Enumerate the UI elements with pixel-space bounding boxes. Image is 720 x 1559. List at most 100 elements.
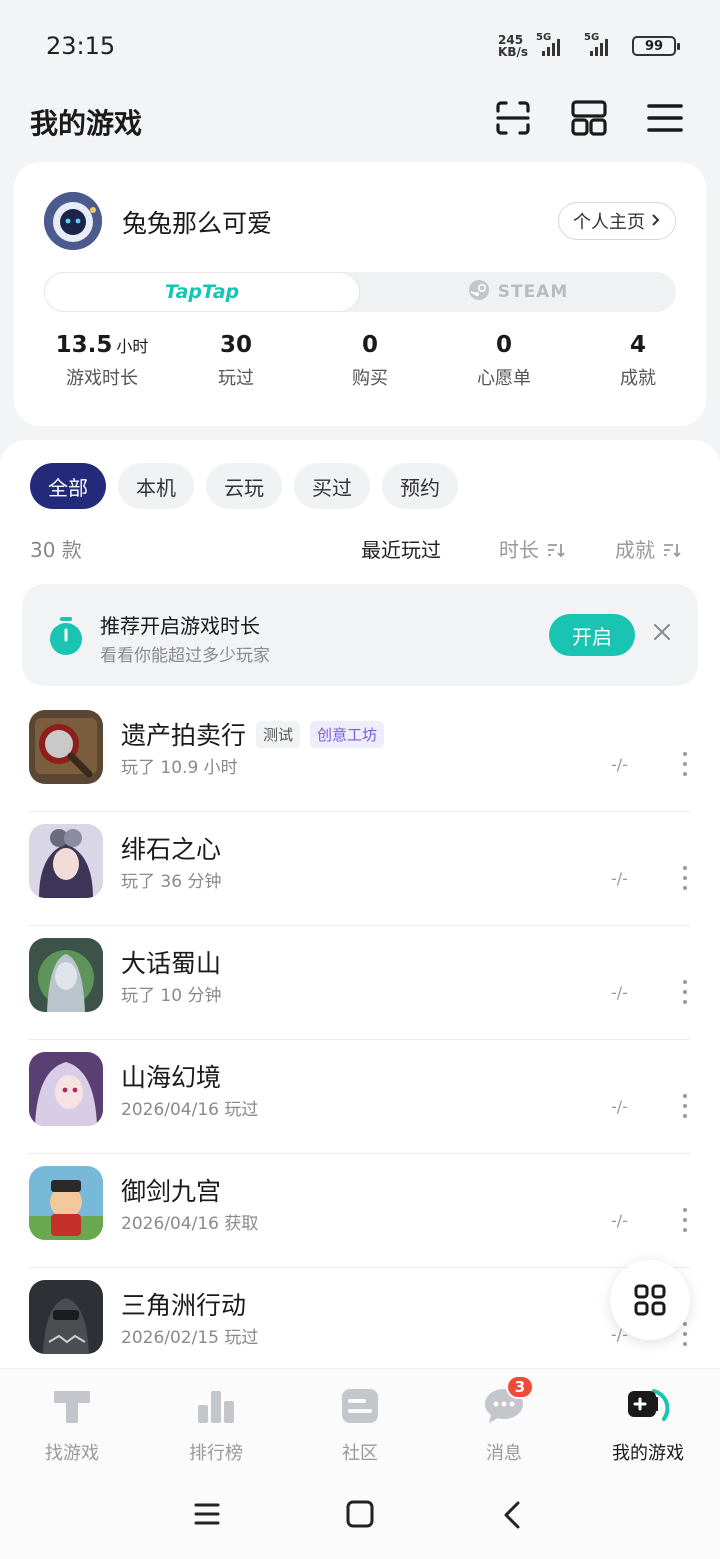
stat-playtime[interactable]: 13.5 小时 游戏时长 [35, 332, 169, 390]
stat-value: 0 [361, 332, 378, 358]
tab-taptap[interactable]: TapTap [44, 272, 360, 312]
game-score: -/- [611, 1211, 628, 1230]
more-options-icon[interactable] [680, 752, 690, 776]
network-speed: 245 KB/s [498, 34, 528, 58]
bottom-nav: 找游戏 排行榜 社区 消息 我的游戏 [0, 1368, 720, 1476]
more-options-icon[interactable] [680, 1094, 690, 1118]
sort-duration[interactable]: 时长 [499, 534, 565, 563]
stat-achievements[interactable]: 4 成就 [571, 332, 705, 390]
more-options-icon[interactable] [680, 1208, 690, 1232]
stat-wishlist[interactable]: 0 心愿单 [437, 332, 571, 390]
game-row[interactable]: 山海幻境 2026/04/16 玩过 -/- [0, 1040, 720, 1154]
layout-icon[interactable] [570, 98, 608, 138]
signal-icon: 5G [584, 32, 624, 56]
nav-label: 找游戏 [45, 1443, 99, 1464]
tab-steam[interactable]: STEAM [360, 272, 676, 312]
sort-icon [548, 544, 565, 558]
taptap-logo: TapTap [164, 281, 240, 303]
game-score: -/- [611, 755, 628, 774]
steam-label: STEAM [497, 282, 569, 302]
game-title-row: 御剑九宫 [121, 1172, 221, 1208]
chevron-right-icon [651, 211, 661, 232]
stat-played[interactable]: 30 玩过 [169, 332, 303, 390]
stat-label: 玩过 [218, 368, 254, 389]
stat-label: 成就 [620, 368, 656, 389]
game-title: 绯石之心 [121, 835, 222, 864]
grid-view-button[interactable] [610, 1260, 690, 1340]
more-options-icon[interactable] [680, 1322, 690, 1346]
system-nav-bar [0, 1476, 720, 1559]
filter-chip-bought[interactable]: 买过 [294, 463, 370, 509]
filter-chips: 全部 本机 云玩 买过 预约 [30, 463, 458, 509]
steam-icon [468, 279, 490, 306]
nav-label: 排行榜 [189, 1443, 243, 1464]
recommend-title: 推荐开启游戏时长 [100, 614, 260, 638]
nav-item-community[interactable]: 社区 [288, 1369, 432, 1476]
stat-value: 4 [629, 332, 646, 358]
sort-icon [664, 544, 681, 558]
back-icon[interactable] [500, 1500, 524, 1534]
stat-value: 30 [219, 332, 252, 358]
menu-icon[interactable] [646, 98, 684, 138]
nav-label: 消息 [486, 1443, 522, 1464]
username: 兔兔那么可爱 [122, 209, 273, 238]
game-icon [29, 938, 103, 1012]
recent-apps-icon[interactable] [193, 1500, 221, 1532]
stat-purchased[interactable]: 0 购买 [303, 332, 437, 390]
nav-item-find-games[interactable]: 找游戏 [0, 1369, 144, 1476]
filter-chip-all[interactable]: 全部 [30, 463, 106, 509]
game-list: 遗产拍卖行 测试 创意工坊 玩了 10.9 小时 -/- 绯石之心 玩了 36 … [0, 698, 720, 1382]
page-title: 我的游戏 [30, 107, 143, 140]
signal-label: 5G [536, 32, 552, 43]
game-row[interactable]: 遗产拍卖行 测试 创意工坊 玩了 10.9 小时 -/- [0, 698, 720, 812]
game-title: 遗产拍卖行 [121, 721, 247, 750]
close-icon[interactable] [652, 622, 672, 646]
game-playtime: 玩了 10.9 小时 [121, 758, 238, 778]
avatar[interactable] [44, 192, 102, 250]
profile-page-button[interactable]: 个人主页 [558, 202, 676, 240]
filter-chip-local[interactable]: 本机 [118, 463, 194, 509]
battery-icon: 99 [632, 36, 680, 56]
game-title-row: 大话蜀山 [121, 944, 221, 980]
game-title: 三角洲行动 [121, 1291, 247, 1320]
community-icon [336, 1385, 384, 1427]
game-played-date: 2026/04/16 玩过 [121, 1100, 259, 1120]
nav-item-rankings[interactable]: 排行榜 [144, 1369, 288, 1476]
stat-label: 心愿单 [477, 368, 531, 389]
stat-value: 0 [495, 332, 512, 358]
game-list-panel: 全部 本机 云玩 买过 预约 30 款 最近玩过 时长 成就 推荐开启游戏时长 … [0, 440, 720, 1380]
game-row[interactable]: 大话蜀山 玩了 10 分钟 -/- [0, 926, 720, 1040]
filter-chip-cloud[interactable]: 云玩 [206, 463, 282, 509]
sort-achievement-label: 成就 [615, 538, 655, 562]
game-icon [29, 1280, 103, 1354]
filter-chip-reserved[interactable]: 预约 [382, 463, 458, 509]
profile-card: 兔兔那么可爱 个人主页 TapTap STEAM 13.5 小时 游戏时长 30… [14, 162, 706, 426]
playtime-recommend-banner: 推荐开启游戏时长 看看你能超过多少玩家 开启 [22, 584, 698, 686]
home-icon[interactable] [345, 1500, 375, 1532]
game-title-row: 三角洲行动 [121, 1286, 246, 1322]
stat-label: 购买 [352, 368, 388, 389]
nav-item-my-games[interactable]: 我的游戏 [576, 1369, 720, 1476]
game-title-row: 绯石之心 [121, 830, 221, 866]
game-icon [29, 1166, 103, 1240]
game-row[interactable]: 御剑九宫 2026/04/16 获取 -/- [0, 1154, 720, 1268]
game-score: -/- [611, 869, 628, 888]
platform-tabs: TapTap STEAM [44, 272, 676, 312]
game-title: 御剑九宫 [121, 1177, 222, 1206]
more-options-icon[interactable] [680, 980, 690, 1004]
stat-label: 游戏时长 [66, 368, 138, 389]
scan-icon[interactable] [494, 98, 532, 138]
message-badge: 3 [506, 1375, 534, 1399]
game-row[interactable]: 绯石之心 玩了 36 分钟 -/- [0, 812, 720, 926]
tag-test: 测试 [256, 720, 301, 748]
enable-playtime-button[interactable]: 开启 [549, 614, 635, 656]
gamepad-icon [624, 1385, 672, 1427]
sort-recent[interactable]: 最近玩过 [361, 534, 441, 563]
sort-achievement[interactable]: 成就 [615, 534, 681, 563]
stopwatch-icon [48, 616, 84, 660]
stat-value: 13.5 [55, 332, 113, 358]
game-icon [29, 824, 103, 898]
stats-row: 13.5 小时 游戏时长 30 玩过 0 购买 0 心愿单 4 成就 [14, 332, 706, 390]
nav-item-messages[interactable]: 消息 [432, 1369, 576, 1476]
more-options-icon[interactable] [680, 866, 690, 890]
